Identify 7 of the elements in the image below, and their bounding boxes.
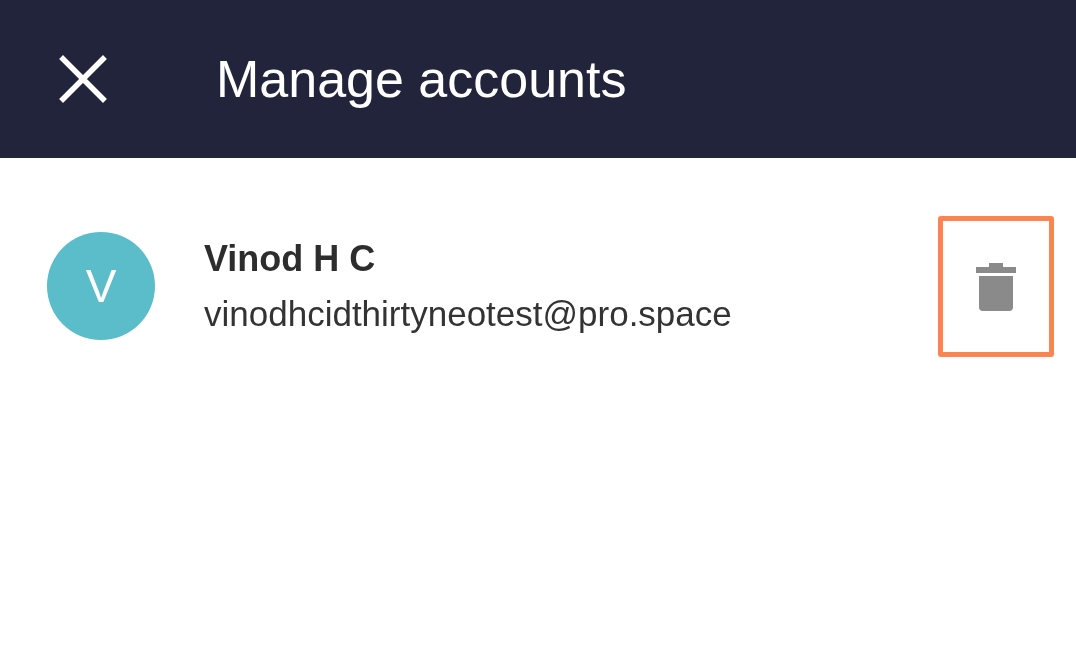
account-email: vinodhcidthirtyneotest@pro.space: [204, 294, 733, 334]
delete-button[interactable]: [938, 215, 1054, 357]
avatar: V: [47, 232, 155, 340]
close-icon[interactable]: [58, 54, 108, 104]
account-name: Vinod H C: [204, 238, 377, 280]
trash-icon: [974, 261, 1018, 311]
screen-title: Manage accounts: [216, 49, 627, 109]
